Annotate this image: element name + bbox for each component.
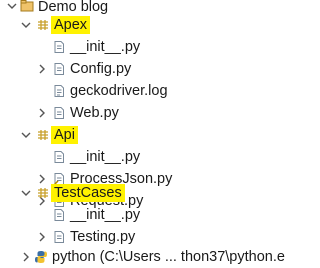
file-icon <box>52 40 66 54</box>
tree-item-file[interactable]: Config.py <box>0 58 253 80</box>
file-icon <box>52 62 66 76</box>
tree-item-label: __init__.py <box>70 149 141 165</box>
file-icon <box>52 230 66 244</box>
tree-item-file[interactable]: Testing.py <box>0 226 253 248</box>
package-icon <box>36 186 50 200</box>
file-icon <box>52 208 66 222</box>
chevron-down-icon[interactable] <box>6 0 18 12</box>
file-icon <box>52 106 66 120</box>
project-icon <box>20 0 34 13</box>
text-file-icon <box>52 84 66 98</box>
chevron-down-icon[interactable] <box>20 187 32 199</box>
file-icon <box>52 150 66 164</box>
tree-item-label: geckodriver.log <box>70 83 168 99</box>
tree-item-package-api[interactable]: Api <box>0 124 253 146</box>
python-icon <box>34 250 48 264</box>
tree-item-label: Apex <box>51 16 91 34</box>
chevron-right-icon[interactable] <box>36 231 48 243</box>
tree-item-label: Web.py <box>70 105 119 121</box>
tree-item-file[interactable]: geckodriver.log <box>0 80 253 102</box>
tree-item-file[interactable]: __init__.py <box>0 146 253 168</box>
chevron-down-icon[interactable] <box>20 129 32 141</box>
tree-item-file[interactable]: Web.py <box>0 102 253 124</box>
tree-item-package-apex[interactable]: Apex <box>0 14 253 36</box>
tree-item-label: Api <box>51 126 78 144</box>
tree-item-file[interactable]: __init__.py <box>0 36 253 58</box>
tree-item-label: __init__.py <box>70 39 141 55</box>
tree-item-python-interpreter[interactable]: python (C:\Users ... thon37\python.e <box>0 246 285 268</box>
tree-item-file[interactable]: __init__.py <box>0 204 253 226</box>
tree-item-label: __init__.py <box>70 207 141 223</box>
tree-item-label: Config.py <box>70 61 132 77</box>
tree-item-label: Testing.py <box>70 229 136 245</box>
chevron-down-icon[interactable] <box>20 19 32 31</box>
tree-item-label: TestCases <box>51 184 125 202</box>
chevron-right-icon[interactable] <box>20 251 32 263</box>
tree-item-package-testcases[interactable]: TestCases <box>0 182 253 204</box>
package-icon <box>36 128 50 142</box>
chevron-right-icon[interactable] <box>36 63 48 75</box>
chevron-right-icon[interactable] <box>36 107 48 119</box>
package-icon <box>36 18 50 32</box>
tree-item-label: python (C:\Users ... thon37\python.e <box>52 249 285 265</box>
